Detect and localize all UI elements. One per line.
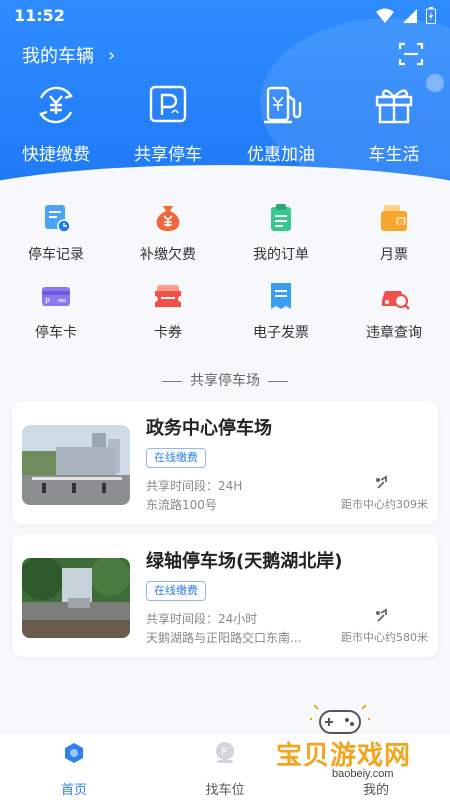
shared-time: 共享时间段：24H xyxy=(146,479,243,493)
grid-label: 违章查询 xyxy=(366,325,422,341)
navigation-icon xyxy=(376,475,387,489)
svg-text:月: 月 xyxy=(398,219,404,226)
car-life-button[interactable]: 车生活 xyxy=(338,82,450,165)
tab-home[interactable]: 首页 xyxy=(24,741,124,798)
online-payment-badge: 在线缴费 xyxy=(146,448,206,468)
status-bar: 11:52 xyxy=(0,0,450,32)
quick-pay-button[interactable]: 快捷缴费 xyxy=(0,82,112,165)
parking-lot-photo xyxy=(22,425,130,505)
parking-record-button[interactable]: 停车记录 xyxy=(0,202,112,264)
invoice-icon xyxy=(271,283,291,309)
gamepad-icon xyxy=(310,705,370,734)
watermark: 宝贝游戏网 baobeiy.com xyxy=(270,705,450,797)
chevron-right-icon: › xyxy=(108,44,116,66)
tab-find-parking[interactable]: P 找车位 xyxy=(175,741,275,798)
distance-text: 距市中心约309米 xyxy=(341,498,428,511)
quick-action-label: 快捷缴费 xyxy=(22,145,90,165)
grid-label: 我的订单 xyxy=(253,247,309,263)
parking-card-button[interactable]: P 停车卡 xyxy=(0,280,112,342)
grid-label: 停车记录 xyxy=(28,247,84,263)
monthly-ticket-icon: 月 xyxy=(381,205,407,231)
parking-lot-name: 政务中心停车场 xyxy=(146,418,272,439)
wifi-icon xyxy=(376,8,394,23)
arrears-payment-button[interactable]: 补缴欠费 xyxy=(112,202,224,264)
quick-action-label: 车生活 xyxy=(368,145,420,165)
grid-label: 月票 xyxy=(380,247,408,263)
watermark-text: 宝贝游戏网 xyxy=(276,741,412,771)
online-payment-badge: 在线缴费 xyxy=(146,581,206,601)
divider xyxy=(268,380,288,382)
fuel-pump-icon xyxy=(264,86,302,124)
parking-lot-address: 东流路100号 xyxy=(146,498,217,512)
fuel-discount-button[interactable]: 优惠加油 xyxy=(225,82,337,165)
svg-text:P: P xyxy=(45,297,50,306)
violation-query-button[interactable]: 违章查询 xyxy=(338,280,450,342)
coupon-button[interactable]: 卡券 xyxy=(112,280,224,342)
parking-lot-card[interactable]: 政务中心停车场 在线缴费 共享时间段：24H 东流路100号 距市中心约309米 xyxy=(12,401,438,524)
violation-search-icon xyxy=(382,291,410,310)
battery-icon xyxy=(426,7,436,24)
shared-parking-button[interactable]: 共享停车 xyxy=(112,82,224,165)
distance-text: 距市中心约580米 xyxy=(341,631,428,644)
scan-icon[interactable] xyxy=(398,41,424,67)
coupon-icon xyxy=(155,285,181,307)
parking-lot-photo xyxy=(22,558,130,638)
parking-lot-card[interactable]: 绿轴停车场(天鹅湖北岸) 在线缴费 共享时间段：24小时 天鹅湖路与正阳路交口东… xyxy=(12,534,438,657)
tab-label: 首页 xyxy=(60,783,87,798)
monthly-ticket-button[interactable]: 月 月票 xyxy=(338,202,450,264)
my-vehicle-link[interactable]: 我的车辆 › xyxy=(22,42,115,68)
order-icon xyxy=(271,204,291,231)
my-orders-button[interactable]: 我的订单 xyxy=(225,202,337,264)
grid-label: 卡券 xyxy=(154,325,182,341)
watermark-url: baobeiy.com xyxy=(332,768,394,780)
home-icon xyxy=(65,743,83,763)
parking-pin-icon: P xyxy=(216,742,234,763)
parking-card-icon: P xyxy=(42,287,70,306)
e-invoice-button[interactable]: 电子发票 xyxy=(225,280,337,342)
parking-lot-address: 天鹅湖路与正阳路交口东南... xyxy=(146,631,302,645)
section-title: 共享停车场 xyxy=(0,370,450,390)
grid-label: 补缴欠费 xyxy=(140,247,196,263)
shared-time: 共享时间段：24小时 xyxy=(146,612,258,626)
signal-icon xyxy=(403,8,417,23)
navigation-icon xyxy=(376,608,387,622)
grid-label: 电子发票 xyxy=(253,325,309,341)
parking-icon xyxy=(149,85,187,123)
gift-icon xyxy=(375,89,413,124)
section-title-text: 共享停车场 xyxy=(190,373,260,389)
divider xyxy=(162,380,182,382)
parking-record-icon xyxy=(45,205,71,233)
yuan-refresh-icon xyxy=(38,86,74,124)
quick-action-label: 共享停车 xyxy=(134,145,202,165)
vehicle-title: 我的车辆 xyxy=(22,46,94,67)
parking-lot-name: 绿轴停车场(天鹅湖北岸) xyxy=(146,551,343,572)
money-bag-icon xyxy=(156,206,180,231)
quick-action-label: 优惠加油 xyxy=(247,145,315,165)
status-icons xyxy=(376,7,436,24)
status-time: 11:52 xyxy=(14,6,65,25)
grid-label: 停车卡 xyxy=(35,325,77,341)
tab-label: 找车位 xyxy=(205,783,245,798)
svg-text:P: P xyxy=(221,747,227,758)
